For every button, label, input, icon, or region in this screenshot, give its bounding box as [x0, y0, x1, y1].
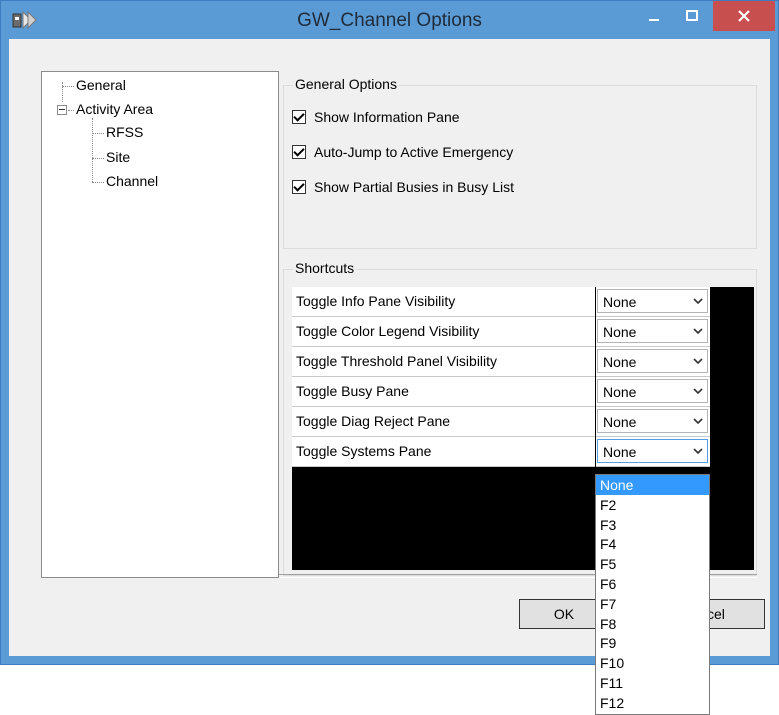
select-box: None	[597, 349, 708, 373]
select-value: None	[603, 354, 637, 370]
shortcut-row-label: Toggle Info Pane Visibility	[292, 287, 595, 317]
tree-line	[68, 110, 74, 111]
tree-item-activity-area[interactable]: Activity Area	[76, 101, 153, 117]
options-tree[interactable]: General Activity Area RFSS Site Channel	[41, 71, 279, 578]
option-show-information-pane[interactable]: Show Information Pane	[292, 109, 460, 125]
dropdown-option[interactable]: F9	[596, 633, 709, 653]
option-auto-jump-emergency[interactable]: Auto-Jump to Active Emergency	[292, 144, 513, 160]
chevron-down-icon	[693, 388, 703, 395]
select-box: None	[597, 409, 708, 433]
dropdown-option[interactable]: F11	[596, 673, 709, 693]
shortcut-row-label: Toggle Systems Pane	[292, 437, 595, 467]
minimize-icon	[649, 19, 659, 21]
select-box: None	[597, 289, 708, 313]
shortcut-select[interactable]: None	[596, 347, 710, 377]
option-show-partial-busies[interactable]: Show Partial Busies in Busy List	[292, 179, 514, 195]
shortcut-select[interactable]: None	[596, 407, 710, 437]
dropdown-option[interactable]: F3	[596, 515, 709, 535]
dropdown-option[interactable]: F6	[596, 574, 709, 594]
shortcut-row-label: Toggle Threshold Panel Visibility	[292, 347, 595, 377]
select-value: None	[603, 384, 637, 400]
chevron-down-icon	[693, 298, 703, 305]
chevron-down-icon	[693, 418, 703, 425]
dropdown-option[interactable]: F7	[596, 594, 709, 614]
shortcut-select-active[interactable]: None	[596, 437, 710, 467]
close-icon	[738, 10, 750, 22]
dropdown-option[interactable]: F4	[596, 534, 709, 554]
tree-line	[92, 182, 104, 183]
tree-item-rfss[interactable]: RFSS	[106, 124, 143, 140]
tree-line	[92, 158, 104, 159]
shortcut-select[interactable]: None	[596, 317, 710, 347]
select-box: None	[597, 319, 708, 343]
close-button[interactable]	[713, 1, 775, 31]
tree-line	[92, 133, 104, 134]
shortcut-dropdown-list[interactable]: None F2 F3 F4 F5 F6 F7 F8 F9 F10 F11 F12	[595, 474, 710, 715]
shortcut-row-label: Toggle Busy Pane	[292, 377, 595, 407]
checkbox-checked-icon[interactable]	[292, 145, 306, 159]
dropdown-option[interactable]: F2	[596, 495, 709, 515]
shortcut-row-label: Toggle Color Legend Visibility	[292, 317, 595, 347]
select-value: None	[603, 324, 637, 340]
chevron-down-icon	[693, 448, 703, 455]
shortcut-select[interactable]: None	[596, 377, 710, 407]
checkbox-checked-icon[interactable]	[292, 110, 306, 124]
select-value: None	[603, 294, 637, 310]
option-label: Show Partial Busies in Busy List	[314, 179, 514, 195]
tree-line	[92, 118, 93, 182]
tree-item-site[interactable]: Site	[106, 149, 130, 165]
dropdown-option[interactable]: F8	[596, 614, 709, 634]
maximize-button[interactable]	[677, 1, 707, 31]
dropdown-option[interactable]: F5	[596, 554, 709, 574]
select-value: None	[603, 414, 637, 430]
tree-item-general[interactable]: General	[76, 77, 126, 93]
select-box: None	[597, 439, 708, 463]
shortcut-select[interactable]: None	[596, 287, 710, 317]
tree-line	[62, 82, 63, 102]
tree-line	[62, 86, 74, 87]
title-bar[interactable]: GW_Channel Options	[1, 1, 778, 39]
checkbox-checked-icon[interactable]	[292, 180, 306, 194]
minimize-button[interactable]	[639, 1, 669, 31]
option-label: Auto-Jump to Active Emergency	[314, 144, 514, 160]
dropdown-option[interactable]: F10	[596, 653, 709, 673]
chevron-down-icon	[693, 328, 703, 335]
collapse-icon[interactable]	[57, 105, 67, 115]
select-box: None	[597, 379, 708, 403]
select-value: None	[603, 444, 637, 460]
dropdown-option[interactable]: F12	[596, 693, 709, 713]
shortcuts-title: Shortcuts	[293, 260, 357, 276]
tree-item-channel[interactable]: Channel	[106, 173, 158, 189]
chevron-down-icon	[693, 358, 703, 365]
general-options-title: General Options	[293, 76, 399, 92]
option-label: Show Information Pane	[314, 109, 460, 125]
maximize-icon	[686, 10, 698, 21]
dropdown-option[interactable]: None	[596, 475, 709, 495]
shortcut-row-label: Toggle Diag Reject Pane	[292, 407, 595, 437]
